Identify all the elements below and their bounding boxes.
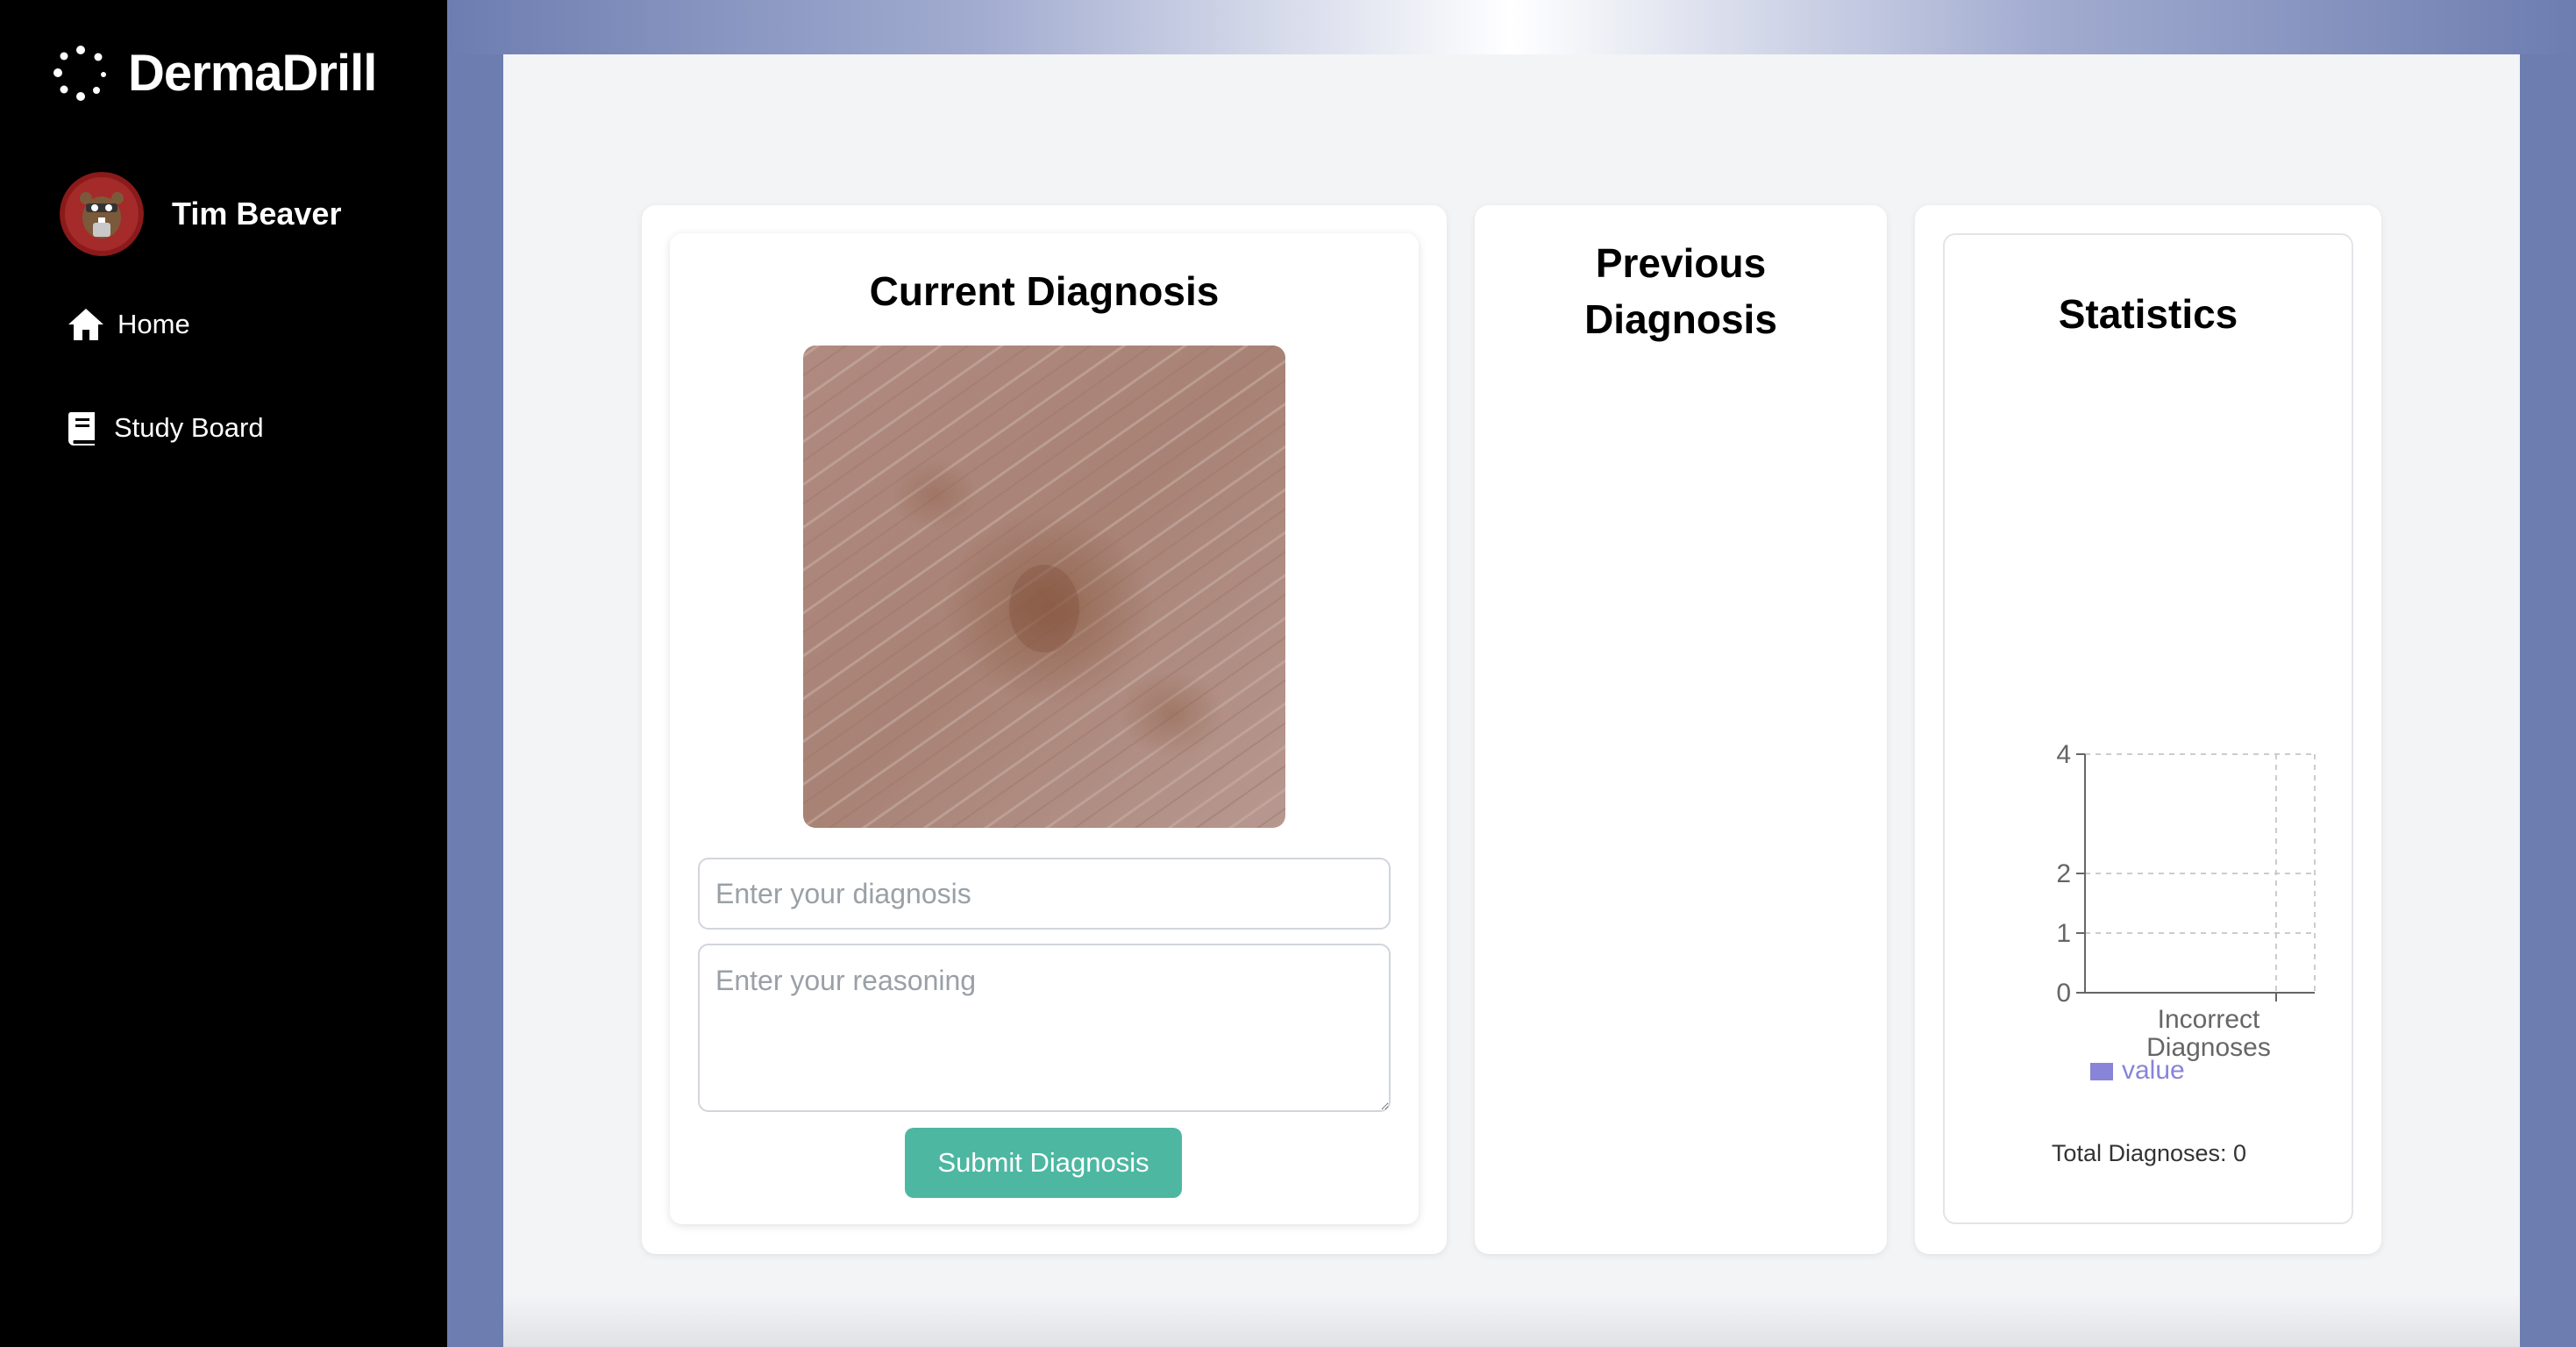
diagnosis-input[interactable] [698,858,1391,930]
app-name: DermaDrill [128,44,377,102]
y-tick-label: 1 [2056,919,2071,948]
book-icon [68,412,95,445]
submit-diagnosis-button[interactable]: Submit Diagnosis [905,1128,1182,1198]
sidebar-item-label: Home [117,309,190,339]
sidebar-item-study-board[interactable]: Study Board [67,410,264,445]
legend-swatch [2090,1063,2113,1080]
main-bottom-shade [503,1294,2520,1347]
y-tick-label: 4 [2056,740,2071,769]
chart-grid [2085,753,2316,993]
user-name: Tim Beaver [172,196,342,232]
chart-xlabels: IncorrectDiagnoses [2146,1005,2271,1062]
reasoning-textarea[interactable] [698,944,1391,1112]
skin-lesion-image [803,346,1285,828]
beaver-avatar-icon [60,172,144,256]
statistics-bar-chart: 0 1 2 4 IncorrectDiagnoses value [2056,740,2316,1085]
sidebar-item-home[interactable]: Home [67,305,190,344]
y-tick-label: 0 [2056,979,2071,1008]
legend-label: value [2122,1056,2185,1085]
avatar [60,172,144,256]
chart-legend: value [2090,1056,2185,1085]
loader-logo-icon [53,46,106,101]
sidebar-item-label: Study Board [114,412,264,443]
statistics-title: Statistics [2058,291,2238,337]
y-tick-label: 2 [2056,859,2071,888]
user-profile[interactable]: Tim Beaver [60,172,341,256]
x-tick-label: Incorrect [2158,1005,2260,1034]
header-gradient [447,0,2576,54]
total-diagnoses-label: Total Diagnoses: 0 [2051,1140,2247,1166]
home-icon [68,309,103,340]
current-diagnosis-title: Current Diagnosis [869,268,1220,314]
brand[interactable]: DermaDrill [53,42,377,103]
previous-diagnosis-title: Previous Diagnosis [1584,240,1777,342]
previous-diagnosis-panel [1475,205,1887,1254]
sidebar: DermaDrill Tim Beaver Home Study Board [0,0,447,1347]
